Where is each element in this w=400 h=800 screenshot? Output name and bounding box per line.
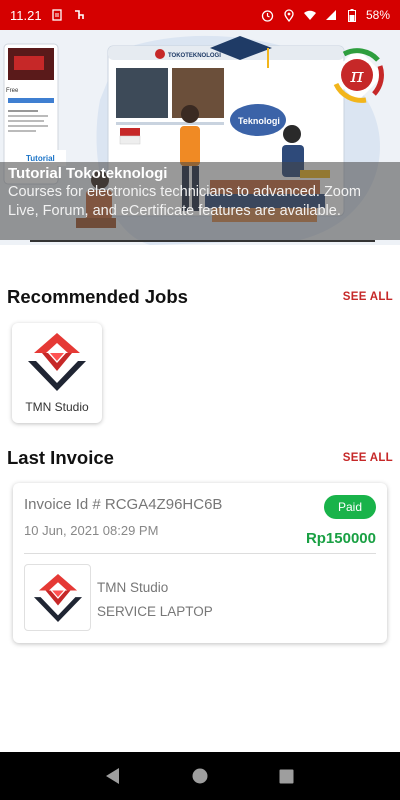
location-icon [282, 8, 296, 22]
status-badge: Paid [324, 495, 376, 519]
invoice-service: SERVICE LAPTOP [97, 604, 213, 619]
job-card[interactable]: TMN Studio [12, 323, 102, 423]
invoice-date: 10 Jun, 2021 08:29 PM [24, 523, 159, 538]
tmn-studio-logo [33, 573, 82, 622]
svg-text:π: π [349, 63, 364, 87]
banner-art-brand: TOKOTEKNOLOGI [168, 53, 221, 59]
banner-description: Courses for electronics technicians to a… [8, 184, 362, 219]
invoice-amount: Rp150000 [305, 530, 376, 547]
back-icon[interactable] [103, 766, 123, 786]
recents-icon[interactable] [277, 766, 297, 786]
job-shop-name: TMN Studio [25, 400, 89, 414]
last-invoice-title: Last Invoice [7, 447, 114, 468]
banner-title: Tutorial Tokoteknologi [8, 165, 168, 182]
invoice-divider [24, 553, 376, 554]
battery-percent: 58% [365, 8, 390, 22]
banner-art-tag: Teknologi [238, 116, 280, 126]
invoice-card[interactable]: Invoice Id # RCGA4Z96HC6B 10 Jun, 2021 0… [13, 483, 387, 643]
tokped-icon [72, 8, 86, 22]
last-invoice-see-all[interactable]: SEE ALL [343, 452, 393, 464]
invoice-shop-name: TMN Studio [97, 580, 169, 595]
home-icon[interactable] [190, 766, 210, 786]
status-time: 11.21 [10, 7, 42, 23]
recommended-jobs-title: Recommended Jobs [7, 286, 188, 307]
recommended-jobs-see-all[interactable]: SEE ALL [343, 291, 393, 303]
sim-card-icon [50, 8, 64, 22]
alarm-icon [261, 8, 275, 22]
tmn-studio-logo [28, 333, 86, 391]
battery-icon [345, 8, 359, 22]
banner-art-free: Free [6, 88, 19, 94]
tokoteknologi-logo: π [330, 48, 384, 103]
banner-indicator [30, 240, 375, 242]
wifi-icon [303, 8, 317, 22]
invoice-shop-logo [24, 564, 91, 631]
promo-banner[interactable]: Tutorial Free TOKOTEKNOLOGI Teknologi π … [0, 30, 400, 245]
invoice-id: Invoice Id # RCGA4Z96HC6B [24, 496, 223, 513]
status-bar: 11.21 58% [0, 0, 400, 30]
navigation-bar [0, 752, 400, 800]
signal-icon [324, 8, 338, 22]
recommended-jobs-header: Recommended Jobs SEE ALL [7, 286, 393, 308]
banner-caption: Tutorial Tokoteknologi Courses for elect… [0, 162, 400, 240]
last-invoice-header: Last Invoice SEE ALL [7, 447, 393, 469]
